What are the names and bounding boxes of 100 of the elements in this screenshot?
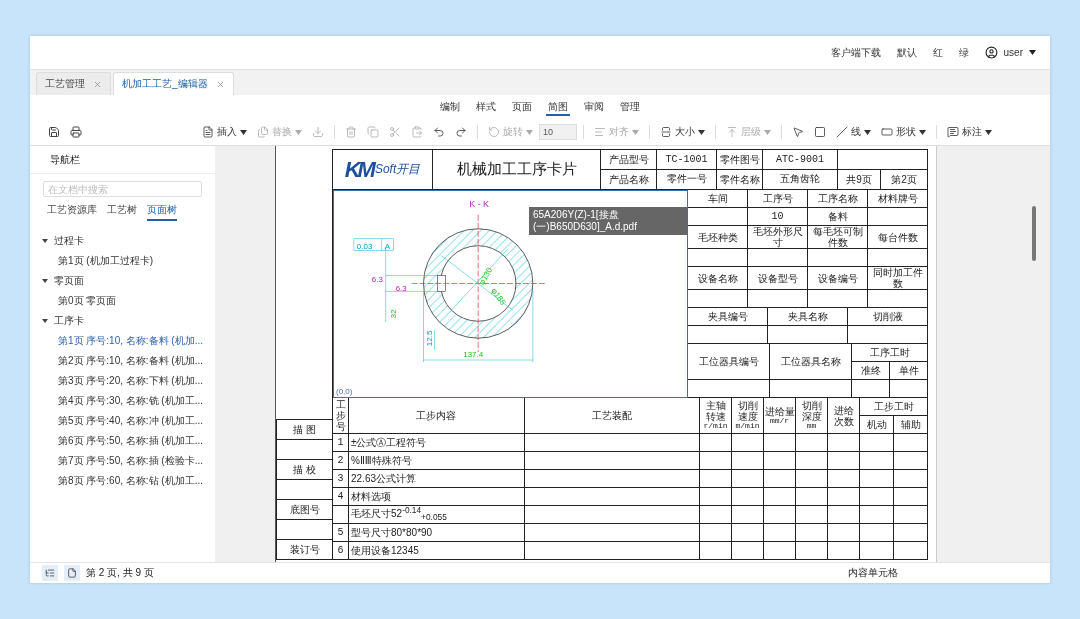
table-cell [828,488,860,506]
table-cell: 材料牌号 [868,190,928,208]
table-cell: 3 [333,470,349,488]
tree-item[interactable]: 第5页 序号:40, 名称:冲 (机加工... [30,411,215,431]
print-icon[interactable] [70,126,82,138]
column-label: 切削深度 [801,400,822,423]
table-cell: 装订号 [277,540,332,560]
table-cell [688,249,748,267]
page-icon [67,568,77,578]
line-icon [836,126,848,138]
tree-item[interactable]: 第6页 序号:50, 名称:插 (机加工... [30,431,215,451]
table-cell [732,524,764,542]
table-cell: 产品型号 [601,150,657,170]
panel-tab[interactable]: 工艺树 [107,203,137,221]
column-label: 进给量 [764,405,795,417]
table-cell: 6 [333,542,349,560]
user-icon [984,46,998,59]
table-cell: 工位器具编号 [688,344,770,380]
toolbar-button[interactable]: 形状 [877,123,930,141]
table-cell [700,452,732,470]
ribbon-tab[interactable]: 样式 [474,100,498,116]
page-counter: 第 2 页, 共 9 页 [86,566,154,580]
tree-item[interactable]: 第0页 零页面 [30,291,215,311]
table-cell: 五角齿轮 [763,170,838,190]
table-cell [748,290,808,308]
expand-caret-icon[interactable] [42,318,48,324]
close-icon[interactable] [93,79,102,89]
table-cell [860,470,894,488]
table-cell [732,470,764,488]
table-cell [764,488,796,506]
tree-item[interactable]: 第3页 序号:20, 名称:下料 (机加... [30,371,215,391]
tree-item[interactable]: 第1页 序号:10, 名称:备料 (机加... [30,331,215,351]
tree-group[interactable]: 过程卡 [54,234,84,248]
dimension-label: 12.5 [425,330,435,347]
ribbon-tab[interactable]: 审阅 [582,100,606,116]
comment-icon [947,126,959,138]
top-link[interactable]: 客户端下载 [830,45,881,60]
tree-group[interactable]: 零页面 [54,274,84,288]
tree-item[interactable]: 第7页 序号:50, 名称:插 (检验卡... [30,451,215,471]
toolbar-button[interactable]: 插入 [198,123,251,141]
ribbon-tab[interactable]: 页面 [510,100,534,116]
tree-item[interactable]: 第2页 序号:10, 名称:备料 (机加... [30,351,215,371]
search-field[interactable]: 在文档中搜索 [43,181,202,197]
table-cell [688,208,748,226]
pointer-icon [792,126,804,138]
tree-item[interactable]: 第1页 (机加工过程卡) [30,251,215,271]
table-cell: 底图号 [277,500,332,520]
toolbar-button[interactable]: 大小 [656,123,709,141]
close-icon[interactable] [215,79,225,89]
table-cell [796,470,828,488]
column-label: 主轴转速 [705,400,726,423]
scrollbar-thumb[interactable] [1032,206,1036,261]
table-cell: 车间 [688,190,748,208]
expand-caret-icon[interactable] [42,238,48,244]
table-cell [828,542,860,560]
table-cell: 毛坯种类 [688,226,748,249]
table-cell [700,488,732,506]
table-cell: 4 [333,488,349,506]
unit-label: r/min [703,422,728,431]
table-cell: 设备编号 [808,267,868,290]
table-cell [796,488,828,506]
file-tooltip: 65A206Y(Z)-1[接盘(一)B650D630]_A.d.pdf [529,207,687,235]
ribbon-tab[interactable]: 简图 [546,100,570,116]
table-cell [700,470,732,488]
table-cell [828,470,860,488]
table-cell [796,524,828,542]
number-field[interactable]: 10 [539,124,577,140]
toolbar-button[interactable]: 标注 [943,123,996,141]
panel-tab[interactable]: 页面树 [147,203,177,221]
table-cell [894,452,928,470]
top-link[interactable]: 绿 [958,45,969,60]
document-tab[interactable]: 工艺管理 [36,72,111,95]
table-cell [868,208,928,226]
expand-caret-icon[interactable] [42,278,48,284]
table-cell [732,506,764,524]
table-cell: TC-1001 [657,150,717,170]
tree-group[interactable]: 工序卡 [54,314,84,328]
table-cell: 零件图号 [717,150,763,170]
table-cell [894,524,928,542]
square-icon [814,126,826,138]
table-cell: 工位器具名称 [770,344,852,380]
outline-button[interactable] [42,565,58,581]
rectangle-icon [881,126,893,138]
save-icon[interactable] [48,126,60,138]
tree-item[interactable]: 第8页 序号:60, 名称:钻 (机加工... [30,471,215,491]
table-cell: 准终 [852,362,890,380]
tree-item[interactable]: 第4页 序号:30, 名称:铣 (机加工... [30,391,215,411]
table-cell [860,506,894,524]
page-button[interactable] [64,565,80,581]
ribbon-tab[interactable]: 管理 [618,100,642,116]
toolbar-button[interactable]: 线 [832,123,875,141]
panel-tab[interactable]: 工艺资源库 [47,203,97,221]
document-tab[interactable]: 机加工工艺_编辑器 [113,72,234,95]
top-link[interactable]: 红 [932,45,943,60]
user-menu[interactable]: user [1003,47,1023,58]
table-cell [732,452,764,470]
top-link[interactable]: 默认 [896,45,917,60]
ribbon-tab[interactable]: 编制 [438,100,462,116]
clipboard-icon [411,126,423,138]
table-cell: 第2页 [881,170,928,190]
